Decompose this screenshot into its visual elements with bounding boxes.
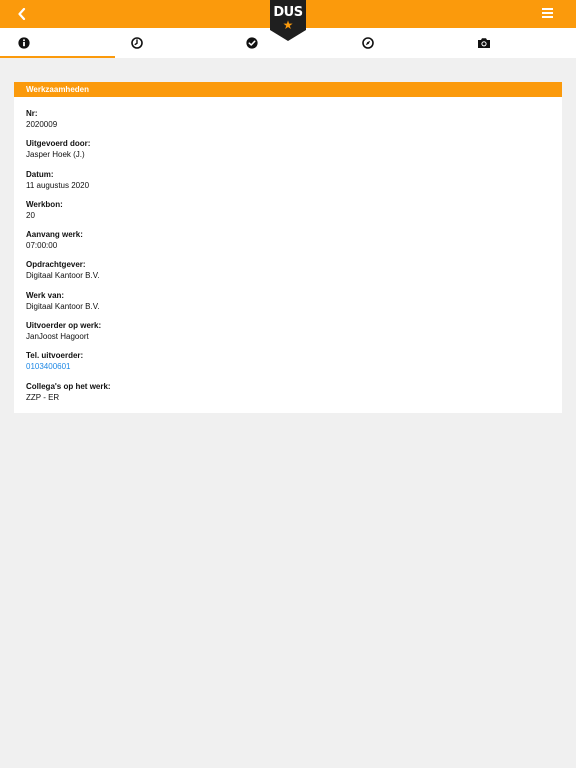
field-label: Werk van: [26,290,65,300]
menu-button[interactable] [542,8,554,20]
field-colleagues: Collega's op het werk: ZZP - ER [26,382,550,412]
clock-icon [131,37,143,49]
work-details-card: Werkzaamheden Nr: 2020009 Uitgevoerd doo… [14,82,562,413]
field-value: Jasper Hoek (J.) [26,150,85,160]
field-value: 20 [26,210,35,220]
field-value: 11 augustus 2020 [26,180,90,190]
field-work-order: Werkbon: 20 [26,200,550,230]
tab-location[interactable] [346,28,461,58]
field-value: 07:00:00 [26,241,58,251]
star-icon: ★ [282,18,294,32]
tab-photos[interactable] [461,28,576,58]
phone-link[interactable]: 0103400601 [26,361,550,372]
field-label: Uitvoerder op werk: [26,321,102,331]
field-label: Nr: [26,109,38,118]
check-circle-icon [246,37,258,49]
tab-info[interactable] [0,28,116,58]
field-nr: Nr: 2020009 [26,109,550,139]
compass-icon [361,37,374,49]
field-value: Digitaal Kantoor B.V. [26,301,100,311]
field-list: Nr: 2020009 Uitgevoerd door: Jasper Hoek… [14,97,562,412]
tab-time[interactable] [115,28,230,58]
brand-logo: DUS ★ [270,0,306,41]
field-work-of: Werk van: Digitaal Kantoor B.V. [26,291,550,321]
field-value: Digitaal Kantoor B.V. [26,271,100,281]
back-button[interactable] [12,4,32,24]
field-label: Collega's op het werk: [26,381,111,391]
card-title: Werkzaamheden [14,82,562,97]
info-icon [18,37,30,49]
field-label: Werkbon: [26,199,63,209]
field-label: Aanvang werk: [26,230,83,240]
field-value: JanJoost Hagoort [26,332,89,342]
field-label: Opdrachtgever: [26,260,86,270]
field-executed-by: Uitgevoerd door: Jasper Hoek (J.) [26,139,550,169]
field-value: ZZP - ER [26,392,60,402]
field-supervisor-phone: Tel. uitvoerder: 0103400601 [26,351,550,381]
field-client: Opdrachtgever: Digitaal Kantoor B.V. [26,260,550,290]
field-start-time: Aanvang werk: 07:00:00 [26,230,550,260]
field-label: Datum: [26,169,54,179]
field-label: Tel. uitvoerder: [26,351,84,361]
hamburger-menu-icon [542,8,553,10]
chevron-left-icon [18,8,26,20]
field-label: Uitgevoerd door: [26,139,91,149]
field-date: Datum: 11 augustus 2020 [26,170,550,200]
field-value: 2020009 [26,120,58,129]
field-site-supervisor: Uitvoerder op werk: JanJoost Hagoort [26,321,550,351]
camera-icon [477,38,490,48]
